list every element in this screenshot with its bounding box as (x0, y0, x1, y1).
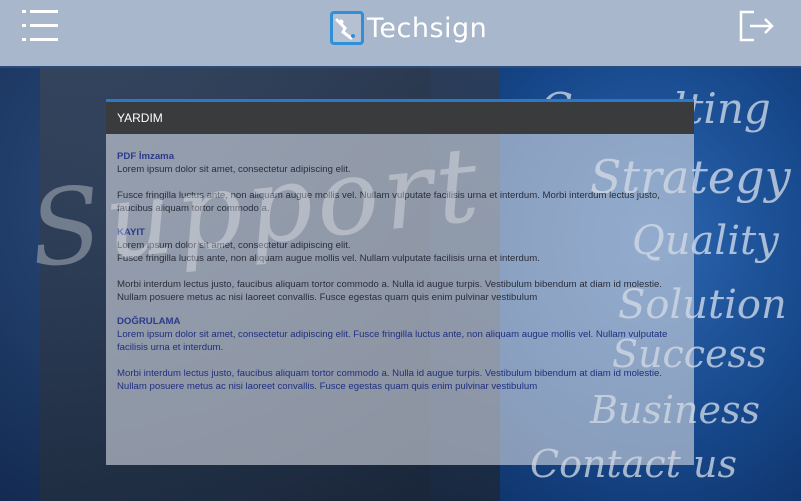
help-panel-title: YARDIM (106, 102, 694, 134)
section-verification: DOĞRULAMA Lorem ipsum dolor sit amet, co… (117, 315, 683, 393)
brand-logo[interactable]: Techsign (330, 8, 487, 48)
section-paragraph: Morbi interdum lectus justo, faucibus al… (117, 279, 662, 303)
top-bar-divider (0, 66, 801, 68)
hamburger-menu-icon[interactable] (22, 10, 62, 42)
logo-mark-icon (330, 11, 364, 45)
logout-icon[interactable] (738, 9, 776, 43)
section-heading: DOĞRULAMA (117, 316, 181, 327)
brand-name: Techsign (367, 12, 488, 44)
section-paragraph: Morbi interdum lectus justo, faucibus al… (117, 368, 662, 392)
section-paragraph: Lorem ipsum dolor sit amet, consectetur … (117, 329, 668, 353)
